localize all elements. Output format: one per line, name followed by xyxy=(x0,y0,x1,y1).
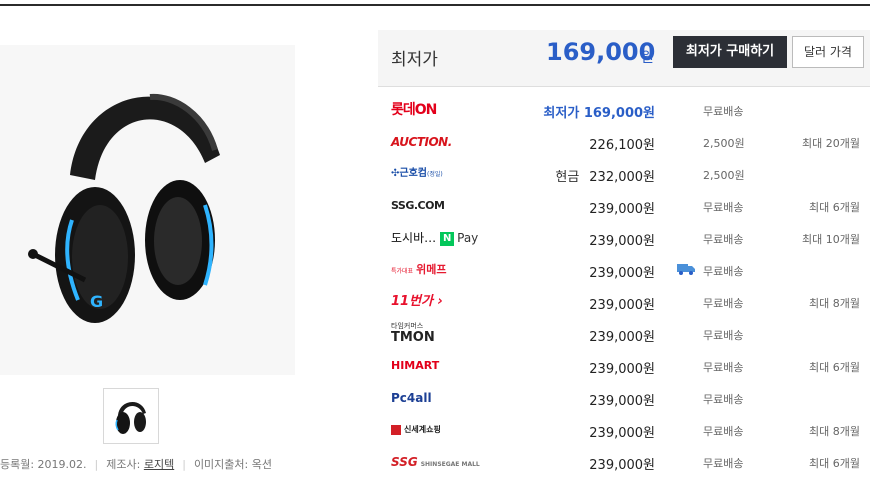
offer-shipping: 무료배송 xyxy=(703,457,744,470)
offer-shipping: 무료배송 xyxy=(703,297,744,310)
naver-pay-icon: N xyxy=(440,231,455,246)
svg-text:G: G xyxy=(90,292,103,311)
offer-installment: 최대 6개월 xyxy=(809,201,860,214)
buy-lowest-button[interactable]: 최저가 구매하기 xyxy=(673,36,787,68)
offer-shipping: 무료배송 xyxy=(703,361,744,374)
offer-price[interactable]: 239,000원 xyxy=(589,230,655,249)
offer-row[interactable]: HIMART 239,000원 무료배송 최대 6개월 xyxy=(378,350,870,382)
maker-link[interactable]: 로지텍 xyxy=(144,458,174,471)
offer-row[interactable]: Pc4all 239,000원 무료배송 xyxy=(378,382,870,414)
lowest-price-label: 최저가 xyxy=(391,50,438,70)
offer-installment: 최대 8개월 xyxy=(809,425,860,438)
offer-price[interactable]: 239,000원 xyxy=(589,294,655,313)
shop-logo-shinsegae-shopping[interactable]: 신세계쇼핑 xyxy=(391,419,441,441)
offer-price[interactable]: 239,000원 xyxy=(589,422,655,441)
price-comparison-panel: 최저가 169,000 원 최저가 구매하기 달러 가격 롯데ON 최저가 16… xyxy=(378,30,870,481)
offer-installment: 최대 20개월 xyxy=(802,137,860,150)
offer-shipping: 무료배송 xyxy=(703,265,744,278)
offer-shipping: 무료배송 xyxy=(703,105,744,118)
offer-price[interactable]: 현금 232,000원 xyxy=(555,166,655,185)
shop-logo-gunhocom[interactable]: ✣근호컴(정일) xyxy=(391,163,443,185)
top-divider xyxy=(0,4,870,6)
product-thumbnail[interactable] xyxy=(103,388,159,444)
cash-label: 현금 xyxy=(555,170,580,185)
offer-list: 롯데ON 최저가 169,000원 무료배송 AUCTION. 226,100원… xyxy=(378,94,870,478)
shop-logo-himart[interactable]: HIMART xyxy=(391,355,439,377)
maker-prefix: 제조사: xyxy=(106,458,141,471)
offer-row[interactable]: 도시바… N Pay 239,000원 무료배송 최대 10개월 xyxy=(378,222,870,254)
offer-price[interactable]: 239,000원 xyxy=(589,454,655,473)
shop-logo-11st[interactable]: 11번가 › xyxy=(391,291,443,313)
offer-shipping: 무료배송 xyxy=(703,233,744,246)
offer-price[interactable]: 239,000원 xyxy=(589,198,655,217)
shop-logo-wemakeprice[interactable]: 특가대표 위메프 xyxy=(391,259,446,281)
offer-shipping: 무료배송 xyxy=(703,425,744,438)
offer-shipping: 2,500원 xyxy=(703,137,745,150)
offer-installment: 최대 8개월 xyxy=(809,297,860,310)
offer-row[interactable]: SSG SHINSEGAE MALL 239,000원 무료배송 최대 6개월 xyxy=(378,446,870,478)
product-meta: 등록월: 2019.02. | 제조사: 로지텍 | 이미지출처: 옥션 xyxy=(0,458,272,471)
lowest-price-currency: 원 xyxy=(641,50,654,66)
offer-row[interactable]: AUCTION. 226,100원 2,500원 최대 20개월 xyxy=(378,126,870,158)
lowest-price-value: 169,000 xyxy=(546,38,656,66)
offer-installment: 최대 10개월 xyxy=(802,233,860,246)
offer-price[interactable]: 최저가 169,000원 xyxy=(543,102,655,121)
shop-logo-ssg[interactable]: SSG.COM xyxy=(391,195,445,217)
offer-price[interactable]: 239,000원 xyxy=(589,326,655,345)
registration-date: 등록월: 2019.02. xyxy=(0,458,87,471)
offer-row[interactable]: ✣근호컴(정일) 현금 232,000원 2,500원 xyxy=(378,158,870,190)
offer-price[interactable]: 226,100원 xyxy=(589,134,655,153)
dollar-price-button[interactable]: 달러 가격 xyxy=(792,36,864,68)
offer-row[interactable]: 신세계쇼핑 239,000원 무료배송 최대 8개월 xyxy=(378,414,870,446)
offer-price[interactable]: 239,000원 xyxy=(589,262,655,281)
offer-row[interactable]: 특가대표 위메프 239,000원 무료배송 xyxy=(378,254,870,286)
shop-name-dosiba[interactable]: 도시바… N Pay xyxy=(391,227,478,249)
headset-image: G xyxy=(28,93,220,323)
offer-price[interactable]: 239,000원 xyxy=(589,358,655,377)
shop-logo-pc4all[interactable]: Pc4all xyxy=(391,387,432,409)
offer-installment: 최대 6개월 xyxy=(809,457,860,470)
offer-shipping: 2,500원 xyxy=(703,169,745,182)
offer-shipping: 무료배송 xyxy=(703,329,744,342)
shop-logo-lotteon[interactable]: 롯데ON xyxy=(391,99,437,121)
offer-installment: 최대 6개월 xyxy=(809,361,860,374)
offer-row[interactable]: 타임커머스 TMON 239,000원 무료배송 xyxy=(378,318,870,350)
shop-logo-tmon[interactable]: 타임커머스 TMON xyxy=(391,321,435,344)
product-image[interactable]: G xyxy=(0,45,295,375)
delivery-truck-icon xyxy=(677,264,695,275)
image-source: 이미지출처: 옥션 xyxy=(193,458,272,471)
offer-price[interactable]: 239,000원 xyxy=(589,390,655,409)
offer-row[interactable]: 11번가 › 239,000원 무료배송 최대 8개월 xyxy=(378,286,870,318)
headset-thumbnail-image xyxy=(115,401,146,434)
offer-row[interactable]: SSG.COM 239,000원 무료배송 최대 6개월 xyxy=(378,190,870,222)
shop-logo-auction[interactable]: AUCTION. xyxy=(391,131,452,153)
shop-logo-shinsegae-mall[interactable]: SSG SHINSEGAE MALL xyxy=(391,451,480,473)
offer-shipping: 무료배송 xyxy=(703,201,744,214)
offer-shipping: 무료배송 xyxy=(703,393,744,406)
offer-row[interactable]: 롯데ON 최저가 169,000원 무료배송 xyxy=(378,94,870,126)
lowest-price-header: 최저가 169,000 원 최저가 구매하기 달러 가격 xyxy=(378,30,870,87)
